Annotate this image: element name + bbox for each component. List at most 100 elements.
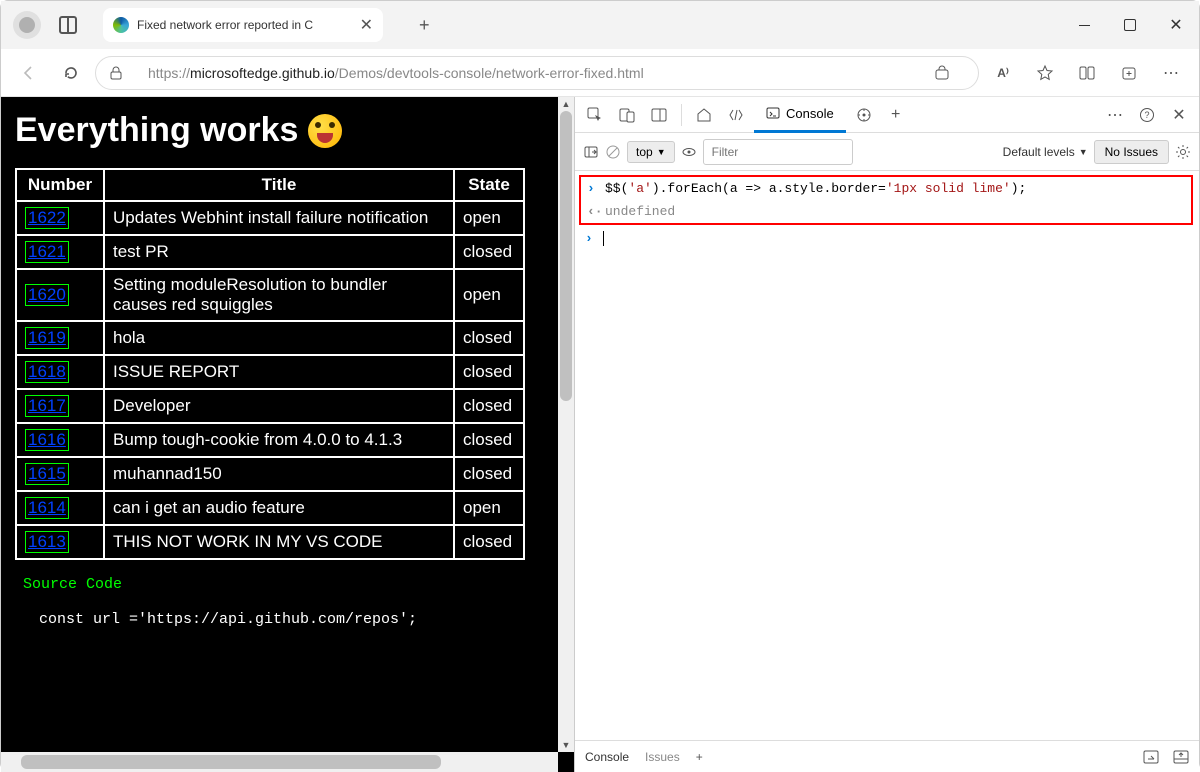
settings-menu-button[interactable]: ⋯ [1153, 55, 1189, 91]
drawer-console-tab[interactable]: Console [585, 750, 629, 764]
elements-tab-icon[interactable] [722, 101, 750, 129]
issue-link[interactable]: 1619 [25, 327, 69, 349]
issue-title: ISSUE REPORT [104, 355, 454, 389]
scroll-down-icon[interactable]: ▼ [558, 740, 574, 750]
horizontal-scrollbar[interactable] [1, 752, 558, 772]
devtools-more-icon[interactable]: ⋯ [1101, 101, 1129, 129]
drawer-issues-tab[interactable]: Issues [645, 750, 680, 764]
output-caret-icon: ‹· [587, 204, 599, 219]
issue-title: Updates Webhint install failure notifica… [104, 201, 454, 235]
window-close-button[interactable]: ✕ [1153, 1, 1199, 49]
svg-text:?: ? [1144, 110, 1149, 120]
issue-title: can i get an audio feature [104, 491, 454, 525]
collections-button[interactable] [1111, 55, 1147, 91]
page-viewport: Everything works Number Title State 1622… [1, 97, 574, 772]
issue-state: closed [454, 525, 524, 559]
issue-title: Bump tough-cookie from 4.0.0 to 4.1.3 [104, 423, 454, 457]
issue-title: test PR [104, 235, 454, 269]
nav-refresh-button[interactable] [53, 55, 89, 91]
device-emulation-icon[interactable] [613, 101, 641, 129]
issue-link[interactable]: 1620 [25, 284, 69, 306]
drawer-collapse-icon[interactable] [1173, 750, 1189, 764]
read-aloud-button[interactable]: A⁾ [985, 55, 1021, 91]
console-output-line: ‹· undefined [581, 200, 1191, 223]
welcome-tab-icon[interactable] [690, 101, 718, 129]
devtools-tabbar: Console + ⋯ ? ✕ [575, 97, 1199, 133]
issue-title: hola [104, 321, 454, 355]
console-filter-input[interactable] [703, 139, 853, 165]
tab-actions-icon[interactable] [59, 16, 77, 34]
source-code-label: Source Code [23, 576, 560, 593]
context-selector[interactable]: top▼ [627, 141, 675, 163]
window-minimize-button[interactable] [1061, 1, 1107, 49]
scroll-thumb[interactable] [560, 111, 572, 401]
issue-state: closed [454, 321, 524, 355]
table-row: 1620Setting moduleResolution to bundler … [16, 269, 524, 321]
log-levels-selector[interactable]: Default levels▼ [1003, 145, 1088, 159]
issues-table: Number Title State 1622Updates Webhint i… [15, 168, 525, 560]
site-info-icon[interactable] [108, 65, 140, 81]
console-body[interactable]: › $$('a').forEach(a => a.style.border='1… [575, 171, 1199, 740]
highlight-annotation: › $$('a').forEach(a => a.style.border='1… [579, 175, 1193, 225]
profile-avatar[interactable] [13, 11, 41, 39]
split-screen-button[interactable] [1069, 55, 1105, 91]
prompt-caret-icon: › [585, 231, 597, 246]
table-row: 1617Developerclosed [16, 389, 524, 423]
address-bar[interactable]: https://microsoftedge.github.io/Demos/de… [95, 56, 979, 90]
issue-link[interactable]: 1613 [25, 531, 69, 553]
issue-link[interactable]: 1621 [25, 241, 69, 263]
url-text: https://microsoftedge.github.io/Demos/de… [148, 65, 926, 81]
scroll-thumb-h[interactable] [21, 755, 441, 769]
issue-state: open [454, 201, 524, 235]
drawer-expand-icon[interactable] [1143, 750, 1159, 764]
nav-back-button[interactable] [11, 55, 47, 91]
clear-console-icon[interactable] [605, 144, 621, 160]
tab-close-icon[interactable]: ✕ [360, 15, 373, 35]
console-input-line: › $$('a').forEach(a => a.style.border='1… [581, 177, 1191, 200]
input-caret-icon: › [587, 181, 599, 196]
window-maximize-button[interactable] [1107, 1, 1153, 49]
issue-title: Developer [104, 389, 454, 423]
console-settings-icon[interactable] [1175, 144, 1191, 160]
col-title: Title [104, 169, 454, 201]
shopping-icon[interactable] [934, 65, 966, 81]
browser-tab[interactable]: Fixed network error reported in C ✕ [103, 8, 383, 42]
devtools-drawer: Console Issues + [575, 740, 1199, 772]
issue-link[interactable]: 1615 [25, 463, 69, 485]
vertical-scrollbar[interactable]: ▲ ▼ [558, 97, 574, 752]
console-tab[interactable]: Console [754, 97, 846, 133]
issue-link[interactable]: 1622 [25, 207, 69, 229]
issue-link[interactable]: 1614 [25, 497, 69, 519]
text-cursor [603, 231, 604, 246]
source-code-line: const url ='https://api.github.com/repos… [39, 611, 560, 628]
issue-state: closed [454, 423, 524, 457]
console-sidebar-toggle-icon[interactable] [583, 144, 599, 160]
no-issues-badge[interactable]: No Issues [1094, 140, 1169, 164]
dock-side-icon[interactable] [645, 101, 673, 129]
favorite-button[interactable] [1027, 55, 1063, 91]
issue-state: closed [454, 355, 524, 389]
inspect-element-icon[interactable] [581, 101, 609, 129]
live-expression-icon[interactable] [681, 144, 697, 160]
devtools-close-icon[interactable]: ✕ [1165, 101, 1193, 129]
console-prompt[interactable]: › [575, 225, 1199, 252]
issue-title: THIS NOT WORK IN MY VS CODE [104, 525, 454, 559]
issue-state: open [454, 269, 524, 321]
drawer-add-tab-button[interactable]: + [696, 750, 703, 764]
table-row: 1614can i get an audio featureopen [16, 491, 524, 525]
page-heading: Everything works [15, 111, 560, 150]
console-output-text: undefined [605, 204, 675, 219]
new-tab-button[interactable]: + [419, 15, 430, 36]
col-state: State [454, 169, 524, 201]
sources-tab-icon[interactable] [850, 101, 878, 129]
more-tabs-button[interactable]: + [882, 101, 910, 129]
issue-link[interactable]: 1617 [25, 395, 69, 417]
issue-link[interactable]: 1618 [25, 361, 69, 383]
issue-state: closed [454, 457, 524, 491]
console-input-code: $$('a').forEach(a => a.style.border='1px… [605, 181, 1026, 196]
table-row: 1616 Bump tough-cookie from 4.0.0 to 4.1.… [16, 423, 524, 457]
issue-link[interactable]: 1616 [25, 429, 69, 451]
table-row: 1615muhannad150closed [16, 457, 524, 491]
scroll-up-icon[interactable]: ▲ [558, 99, 574, 109]
devtools-help-icon[interactable]: ? [1133, 101, 1161, 129]
